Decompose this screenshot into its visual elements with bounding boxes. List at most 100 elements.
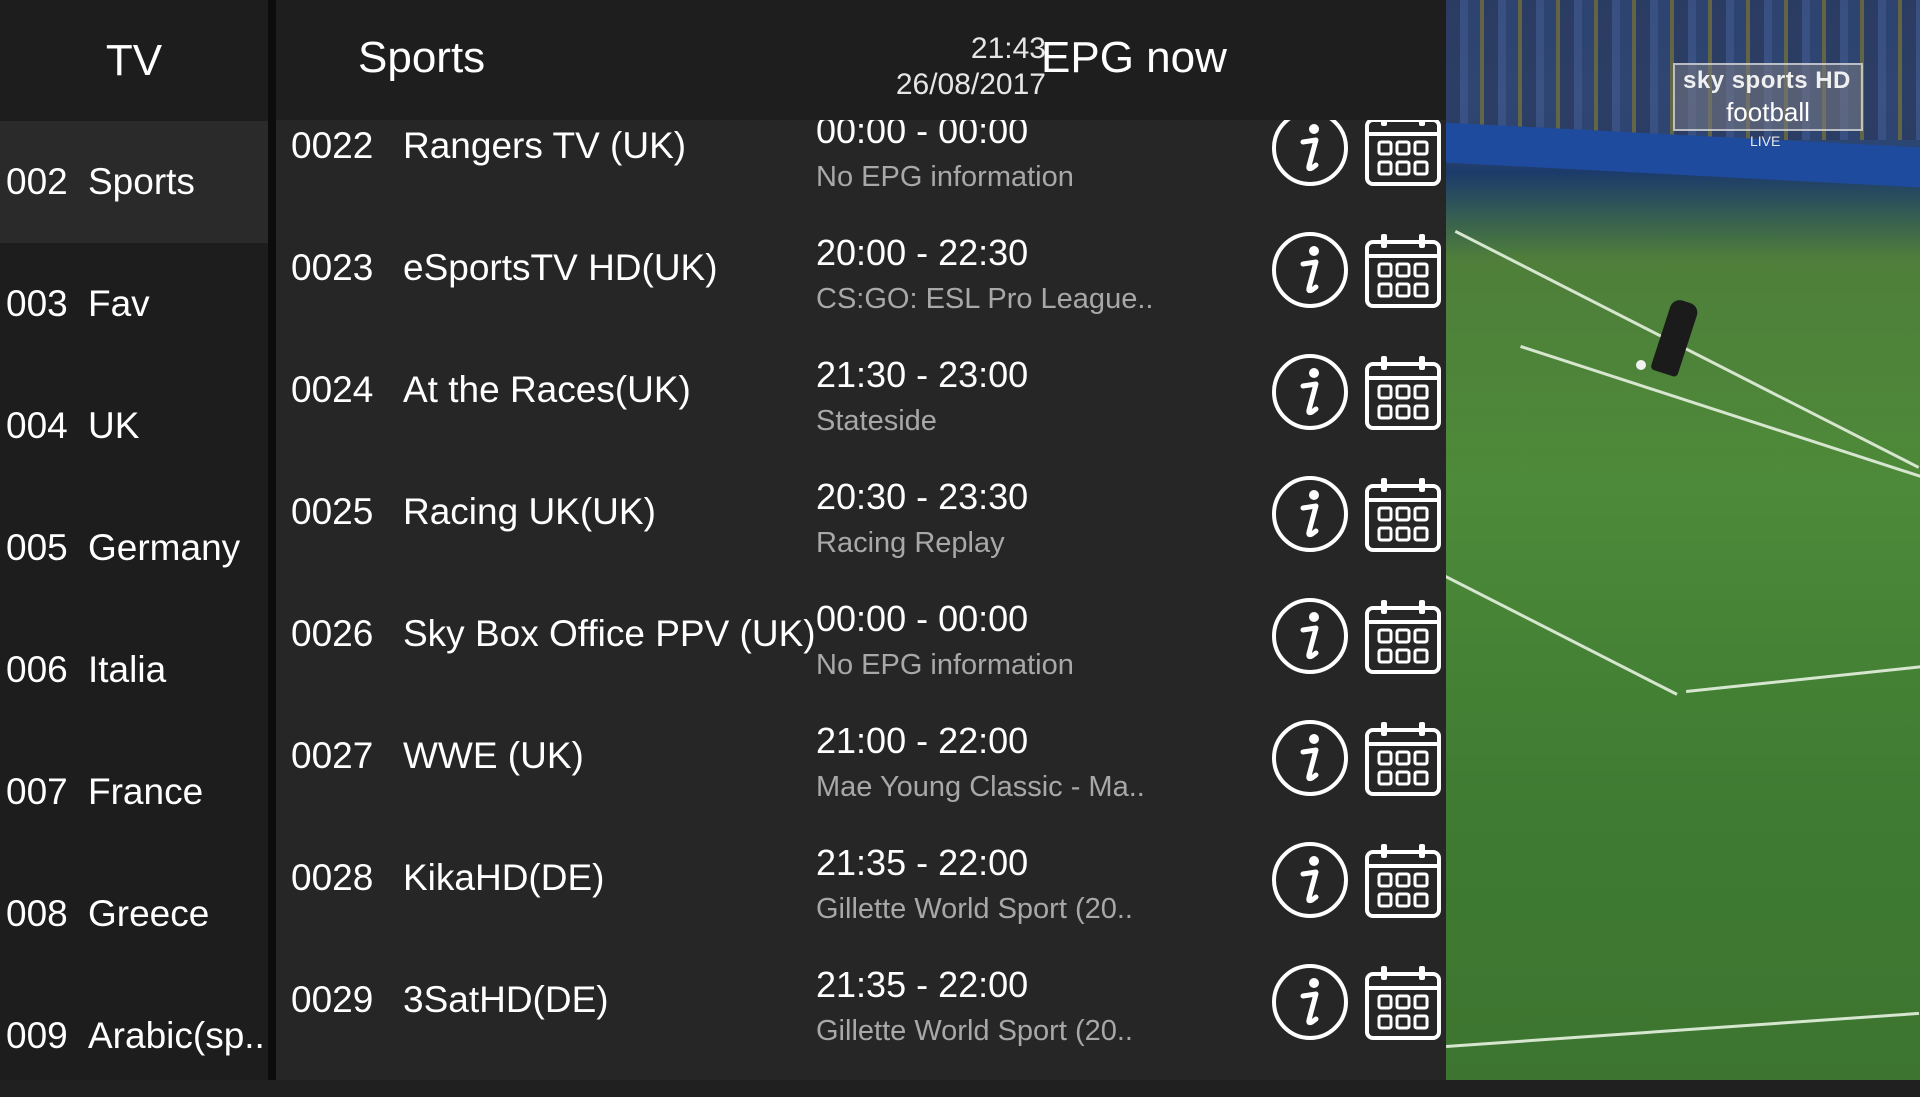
epg-time-range: 21:00 - 22:00 (816, 720, 1029, 761)
epg-guide-button[interactable] (1363, 840, 1443, 920)
epg-guide-button[interactable] (1363, 962, 1443, 1042)
category-label: France (88, 771, 204, 812)
category-label: UK (88, 405, 140, 446)
info-icon (1270, 476, 1350, 558)
calendar-grid-icon (1363, 234, 1443, 314)
list-header: Sports 21:43 26/08/2017 EPG now (276, 0, 1446, 120)
panel-divider (268, 0, 276, 1080)
category-header: TV (105, 36, 163, 85)
epg-guide-button[interactable] (1363, 352, 1443, 432)
channel-row[interactable]: 0024 At the Races(UK) 21:30 - 23:00 Statesi… (276, 329, 1446, 451)
category-title: Sports (358, 33, 486, 82)
channel-row[interactable]: 0028 KikaHD(DE) 21:35 - 22:00 Gillette Worl… (276, 817, 1446, 939)
info-icon (1270, 232, 1350, 314)
info-button[interactable] (1270, 596, 1350, 676)
pitch-line (1446, 1011, 1920, 1048)
calendar-grid-icon (1363, 478, 1443, 558)
epg-time-range: 21:35 - 22:00 (816, 842, 1029, 883)
category-label: Germany (88, 527, 241, 568)
category-number: 006 (6, 649, 68, 690)
category-item[interactable]: 008 Greece (0, 853, 268, 975)
epg-program-title: Mae Young Classic - Ma.. (816, 771, 1145, 803)
category-item[interactable]: 005 Germany (0, 487, 268, 609)
category-label: Fav (88, 283, 150, 324)
channel-row[interactable]: 0025 Racing UK(UK) 20:30 - 23:30 Racing Rep… (276, 451, 1446, 573)
category-number: 004 (6, 405, 68, 446)
clock-date: 26/08/2017 (895, 68, 1046, 101)
channel-number: 0026 (291, 613, 374, 654)
info-icon (1270, 842, 1350, 924)
category-number: 007 (6, 771, 68, 812)
channel-list-panel: 0022 Rangers TV (UK) 00:00 - 00:00 No EPG i… (276, 0, 1446, 1080)
info-button[interactable] (1270, 474, 1350, 554)
epg-guide-button[interactable] (1363, 718, 1443, 798)
video-preview[interactable] (1446, 0, 1920, 1080)
calendar-grid-icon (1363, 600, 1443, 680)
calendar-grid-icon (1363, 722, 1443, 802)
epg-program-title: Stateside (816, 405, 937, 437)
channel-row[interactable]: 0026 Sky Box Office PPV (UK) 00:00 - 00:00… (276, 573, 1446, 695)
ball (1636, 360, 1646, 370)
live-label: LIVE (1750, 133, 1781, 149)
channel-name: 3SatHD(DE) (403, 979, 609, 1020)
epg-time-range: 00:00 - 00:00 (816, 598, 1029, 639)
category-item[interactable]: 003 Fav (0, 243, 268, 365)
epg-guide-button[interactable] (1363, 596, 1443, 676)
epg-now-title: EPG now (1041, 33, 1227, 82)
epg-program-title: CS:GO: ESL Pro League.. (816, 283, 1154, 315)
epg-guide-button[interactable] (1363, 108, 1443, 188)
badge-network: sky sports HD (1683, 67, 1851, 94)
info-button[interactable] (1270, 718, 1350, 798)
epg-time-range: 21:35 - 22:00 (816, 964, 1029, 1005)
category-number: 005 (6, 527, 68, 568)
epg-time-range: 21:30 - 23:00 (816, 354, 1029, 395)
info-icon (1270, 964, 1350, 1046)
calendar-grid-icon (1363, 356, 1443, 436)
epg-guide-button[interactable] (1363, 230, 1443, 310)
info-button[interactable] (1270, 840, 1350, 920)
channel-row[interactable]: 0023 eSportsTV HD(UK) 20:00 - 22:30 CS:GO: … (276, 207, 1446, 329)
calendar-grid-icon (1363, 112, 1443, 192)
calendar-grid-icon (1363, 966, 1443, 1046)
epg-time-range: 20:00 - 22:30 (816, 232, 1029, 273)
category-number: 002 (6, 161, 68, 202)
epg-time-range: 20:30 - 23:30 (816, 476, 1029, 517)
info-button[interactable] (1270, 230, 1350, 310)
channel-row[interactable]: 0029 3SatHD(DE) 21:35 - 22:00 Gillette Worl… (276, 939, 1446, 1061)
pitch-line (1446, 575, 1678, 696)
channel-row[interactable]: 0027 WWE (UK) 21:00 - 22:00 Mae Young Class… (276, 695, 1446, 817)
epg-program-title: Gillette World Sport (20.. (816, 893, 1133, 925)
info-icon (1270, 354, 1350, 436)
epg-guide-button[interactable] (1363, 474, 1443, 554)
category-item[interactable]: 006 Italia (0, 609, 268, 731)
category-item[interactable]: 007 France (0, 731, 268, 853)
category-item[interactable]: 004 UK (0, 365, 268, 487)
category-label: Arabic(sp.. (88, 1015, 265, 1056)
channel-name: eSportsTV HD(UK) (403, 247, 718, 288)
category-panel: TV 002 Sports 003 Fav 004 UK 005 Germany 006 Ital… (0, 0, 268, 1080)
epg-program-title: Gillette World Sport (20.. (816, 1015, 1133, 1047)
channel-number: 0024 (291, 369, 374, 410)
channel-name: KikaHD(DE) (403, 857, 605, 898)
info-button[interactable] (1270, 108, 1350, 188)
pitch-line (1686, 664, 1920, 693)
channel-number: 0025 (291, 491, 374, 532)
epg-program-title: No EPG information (816, 161, 1074, 193)
category-label: Italia (88, 649, 167, 690)
category-item[interactable]: 002 Sports (0, 121, 268, 243)
channel-number: 0029 (291, 979, 374, 1020)
category-label: Greece (88, 893, 210, 934)
channel-number: 0028 (291, 857, 374, 898)
channel-name: WWE (UK) (403, 735, 584, 776)
category-label: Sports (88, 161, 195, 202)
category-item[interactable]: 009 Arabic(sp.. (0, 975, 268, 1097)
clock-time: 21:43 (970, 32, 1046, 65)
info-button[interactable] (1270, 962, 1350, 1042)
info-button[interactable] (1270, 352, 1350, 432)
info-icon (1270, 598, 1350, 680)
epg-program-title: Racing Replay (816, 527, 1005, 559)
info-icon (1270, 720, 1350, 802)
channel-number: 0023 (291, 247, 374, 288)
channel-name: Sky Box Office PPV (UK) (403, 613, 816, 654)
calendar-grid-icon (1363, 844, 1443, 924)
